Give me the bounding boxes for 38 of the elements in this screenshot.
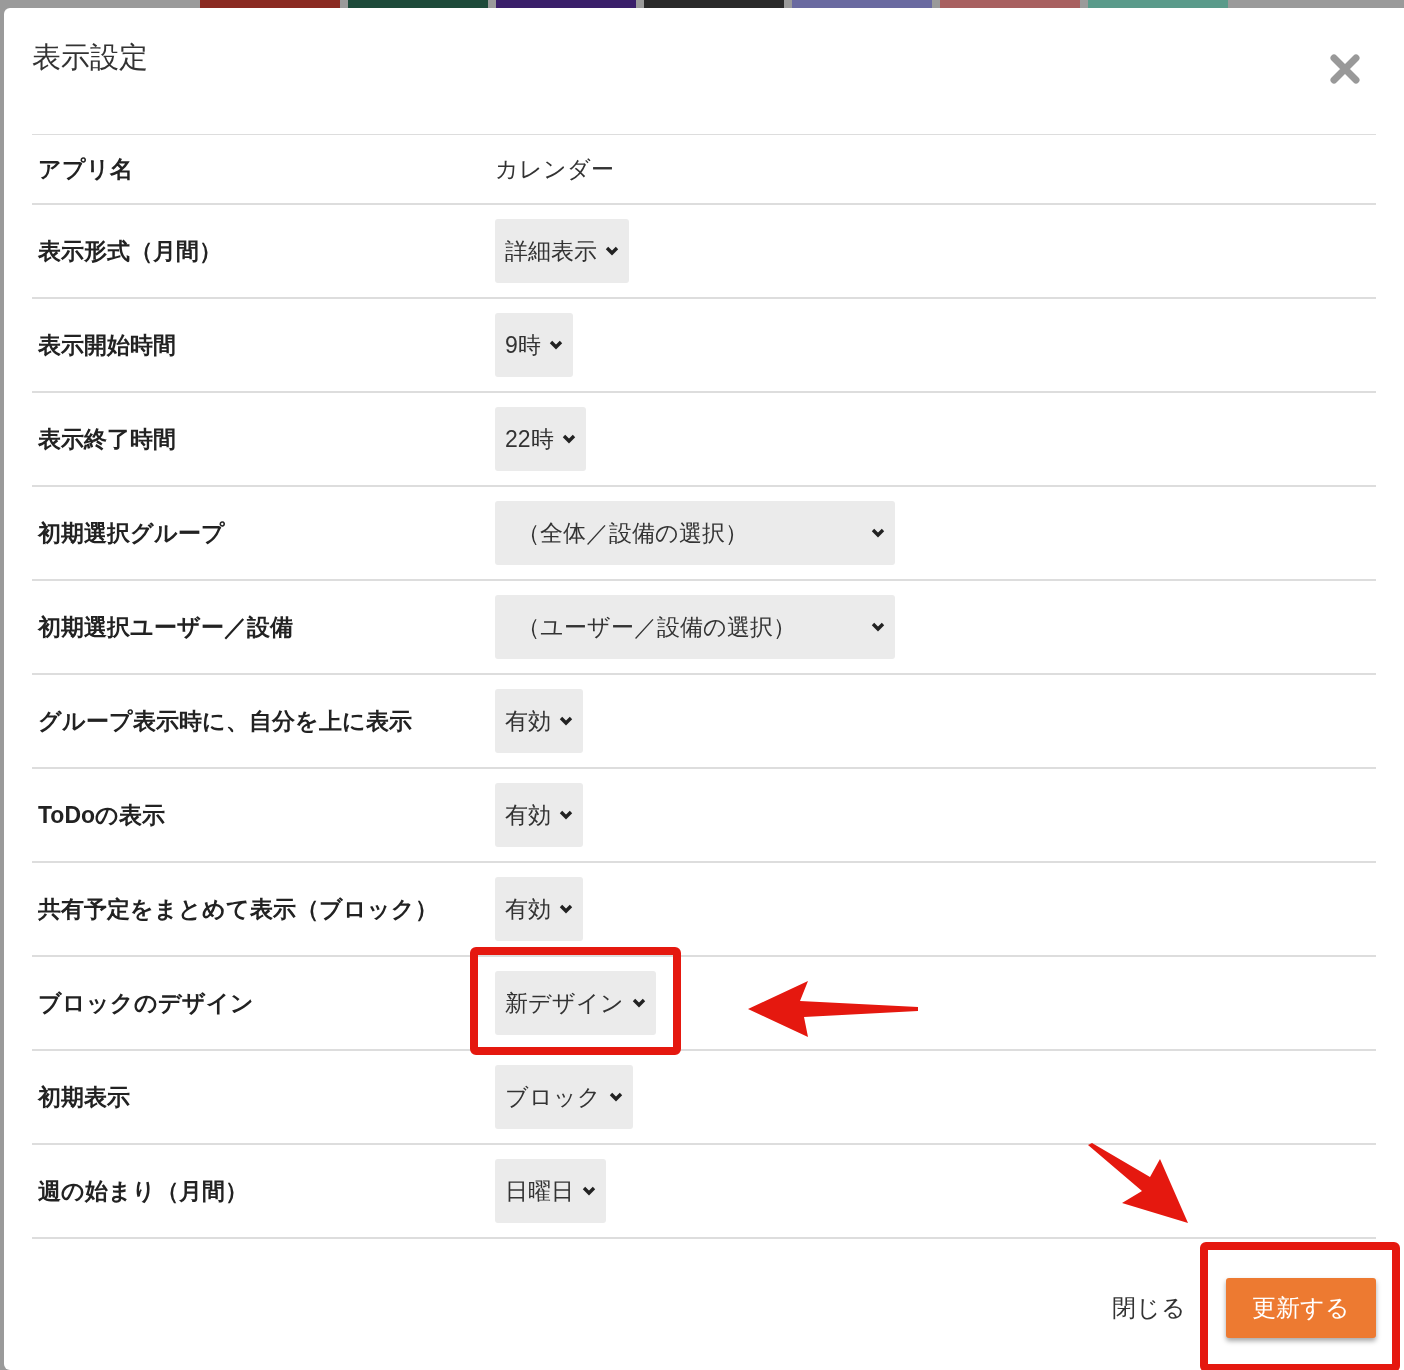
close-icon[interactable]: [1330, 54, 1360, 84]
chevron-down-icon: [559, 904, 573, 914]
chevron-down-icon: [871, 622, 885, 632]
close-link[interactable]: 閉じる: [1112, 1290, 1186, 1326]
chevron-down-icon: [605, 246, 619, 256]
chevron-down-icon: [609, 1092, 623, 1102]
setting-label: 表示開始時間: [37, 330, 177, 360]
chevron-down-icon: [871, 528, 885, 538]
chevron-down-icon: [559, 810, 573, 820]
chevron-down-icon: [632, 998, 646, 1008]
chevron-down-icon: [582, 1186, 596, 1196]
chevron-down-icon: [561, 434, 576, 444]
setting-label: 初期選択グループ: [36, 518, 226, 548]
dialog-title: 表示設定: [32, 40, 148, 75]
select-dropdown[interactable]: ブロック: [495, 1065, 633, 1129]
select-dropdown[interactable]: 有効: [495, 783, 583, 847]
select-dropdown[interactable]: （全体／設備の選択）: [495, 501, 895, 565]
setting-label: 初期選択ユーザー／設備: [36, 612, 294, 642]
setting-label: 共有予定をまとめて表示（ブロック）: [37, 894, 439, 924]
setting-label: 表示終了時間: [37, 424, 177, 454]
setting-label: 表示形式（月間）: [37, 236, 223, 266]
setting-label: ToDoの表示: [37, 800, 167, 830]
setting-label: グループ表示時に、自分を上に表示: [37, 706, 413, 736]
setting-label: アプリ名: [37, 154, 134, 184]
select-dropdown[interactable]: 新デザイン: [495, 971, 656, 1035]
select-dropdown[interactable]: 9時: [495, 313, 573, 377]
select-dropdown[interactable]: 有効: [495, 689, 583, 753]
setting-label: ブロックのデザイン: [37, 988, 255, 1018]
chevron-down-icon: [559, 716, 573, 726]
setting-label: 初期表示: [36, 1082, 131, 1112]
select-dropdown[interactable]: 詳細表示: [495, 219, 629, 283]
chevron-down-icon: [548, 340, 563, 350]
setting-value: カレンダー: [495, 154, 614, 184]
select-dropdown[interactable]: 有効: [495, 877, 583, 941]
select-dropdown[interactable]: 22時: [495, 407, 586, 471]
setting-label: 週の始まり（月間）: [37, 1176, 249, 1206]
select-dropdown[interactable]: （ユーザー／設備の選択）: [495, 595, 895, 659]
select-dropdown[interactable]: 日曜日: [495, 1159, 606, 1223]
